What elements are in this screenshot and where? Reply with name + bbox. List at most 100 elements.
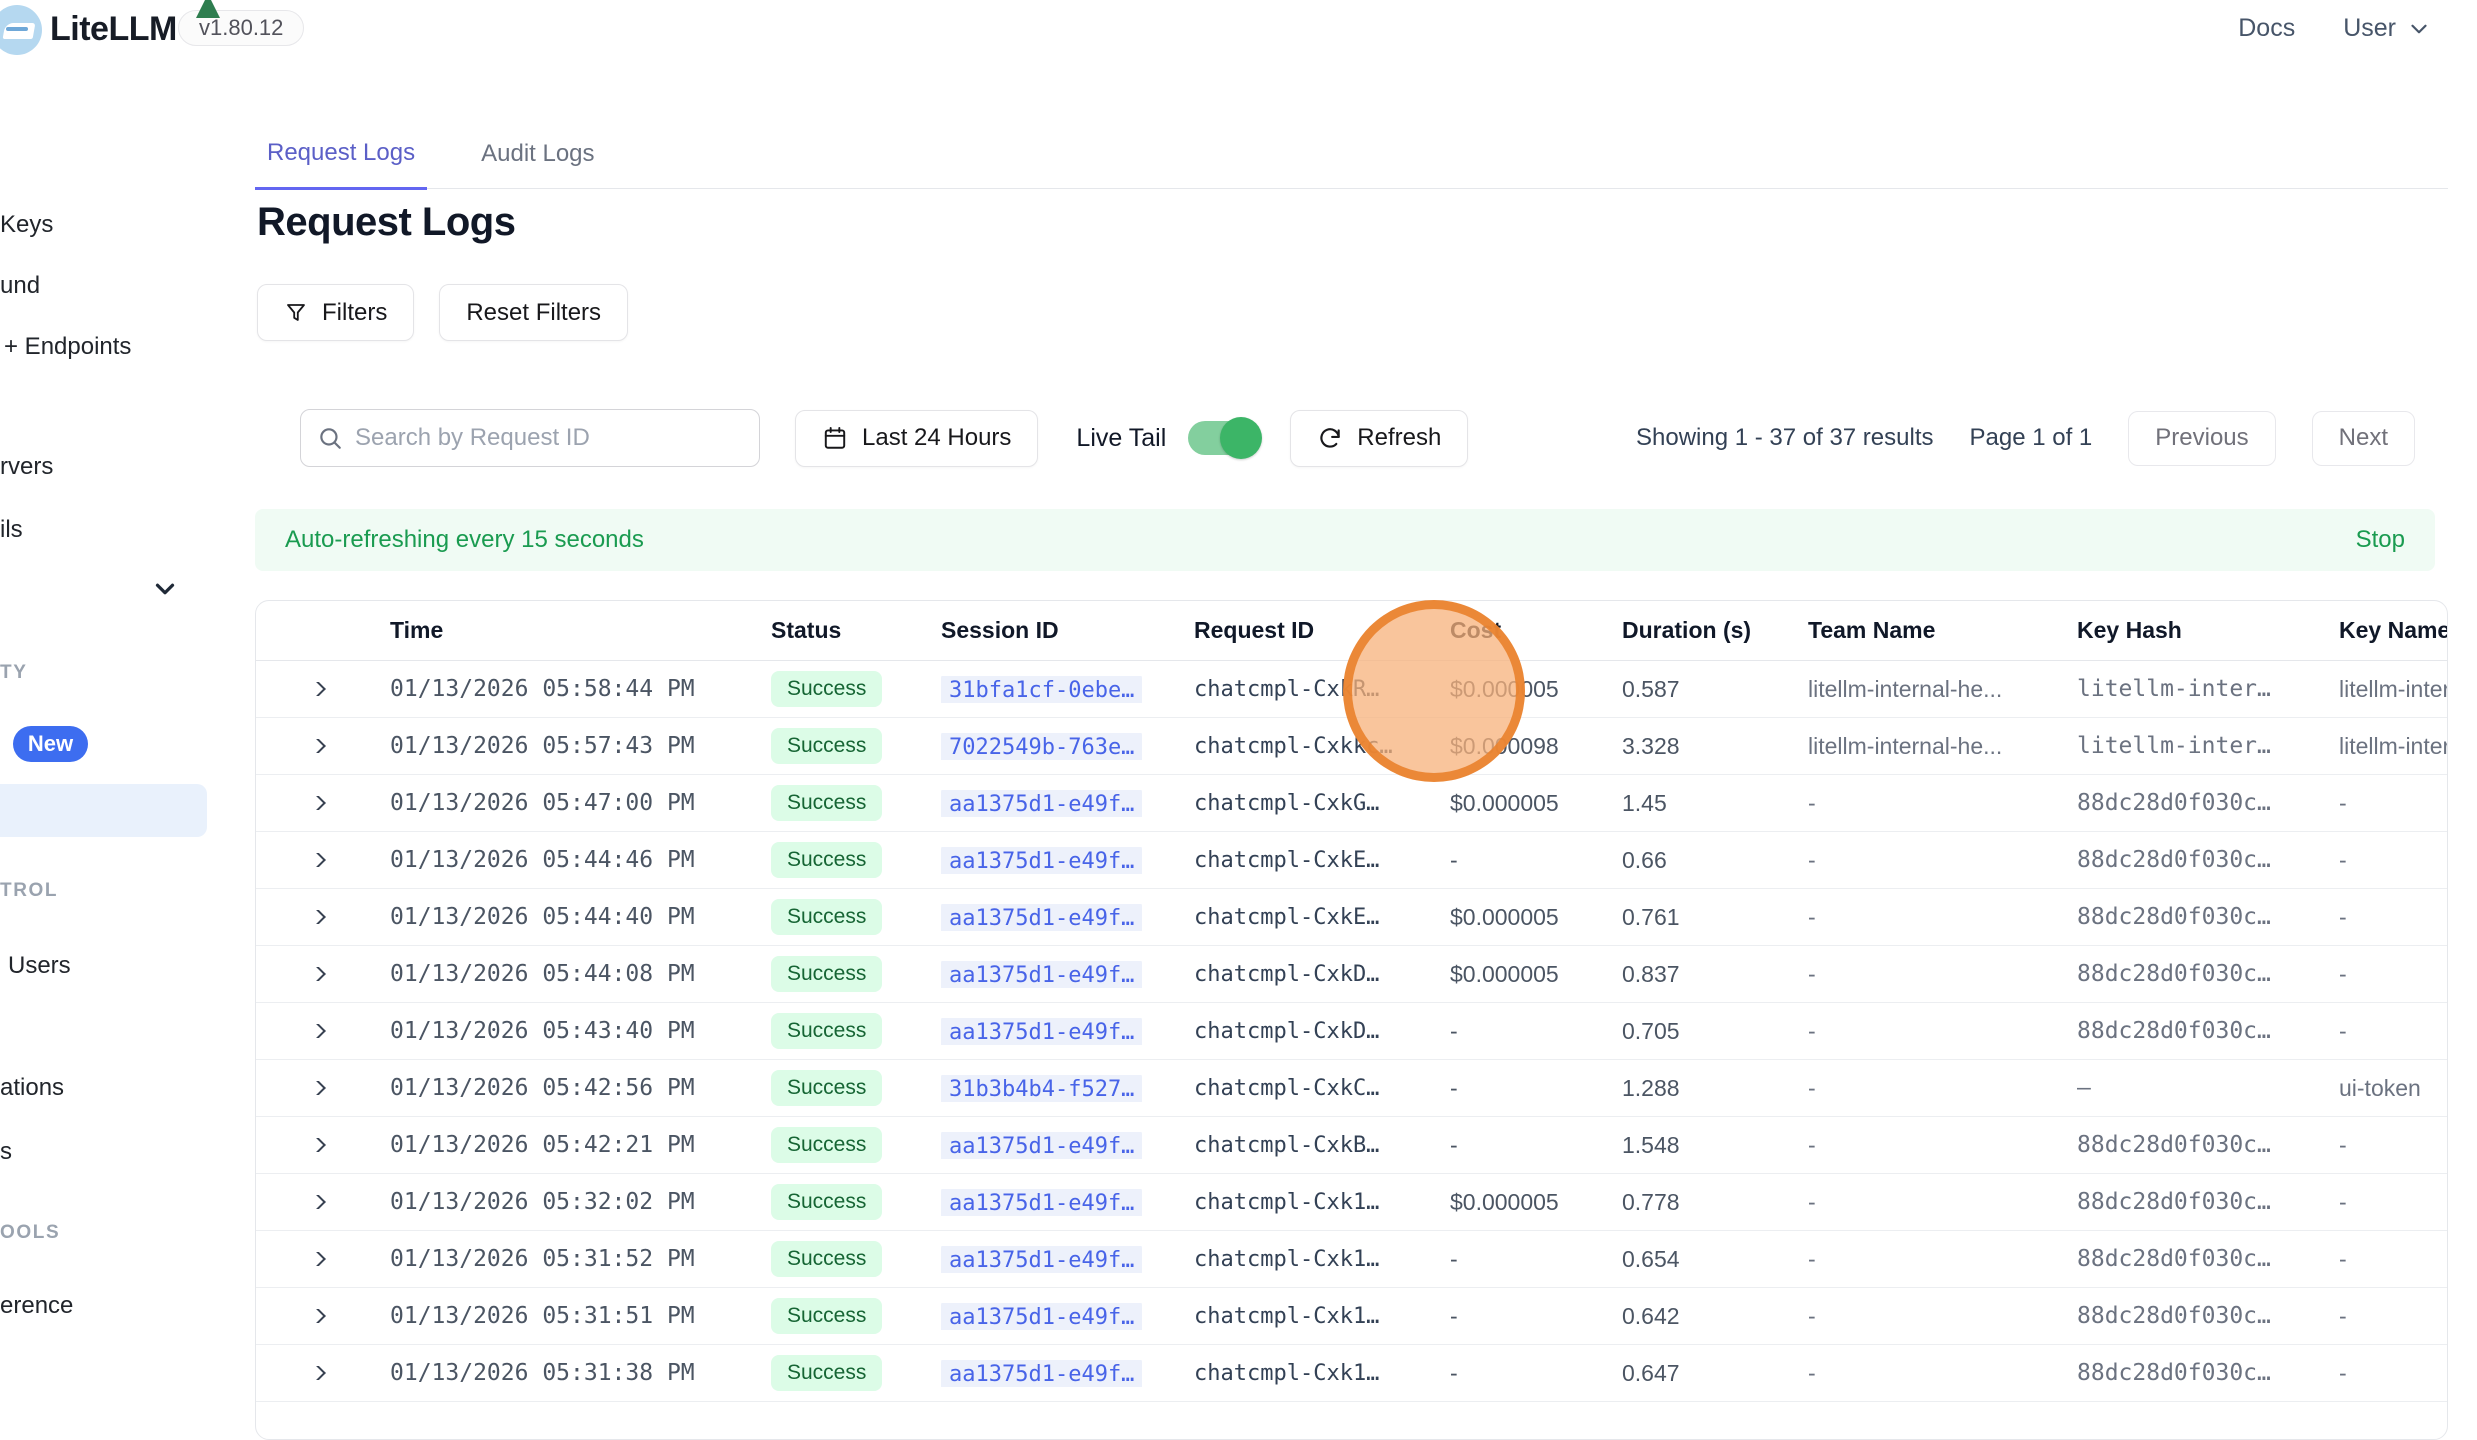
cost-cell: $0.000005 xyxy=(1450,790,1622,817)
expand-row-chevron-icon[interactable] xyxy=(306,796,326,810)
sidebar-item[interactable]: ils xyxy=(0,516,23,544)
table-row: 01/13/2026 05:44:40 PM Success aa1375d1-… xyxy=(256,889,2447,946)
sidebar-item[interactable]: + Endpoints xyxy=(4,333,131,361)
time-range-button[interactable]: Last 24 Hours xyxy=(795,410,1038,467)
table-row: 01/13/2026 05:44:08 PM Success aa1375d1-… xyxy=(256,946,2447,1003)
cost-cell: - xyxy=(1450,1075,1622,1102)
key-name-cell: - xyxy=(2339,1246,2448,1273)
sidebar-item[interactable]: rvers xyxy=(0,453,53,481)
sidebar-section-header: TROL xyxy=(0,880,58,902)
sidebar-item[interactable]: und xyxy=(0,272,40,300)
sidebar-item[interactable]: erence xyxy=(0,1292,73,1320)
status-badge: Success xyxy=(771,671,882,707)
sidebar-item[interactable]: Users xyxy=(8,952,71,980)
session-id-link[interactable]: 31bfa1cf-0ebe… xyxy=(941,676,1142,703)
key-name-cell: litellm-internal xyxy=(2339,733,2448,760)
expand-row-chevron-icon[interactable] xyxy=(306,1024,326,1038)
session-id-link[interactable]: 31b3b4b4-f527… xyxy=(941,1075,1142,1102)
column-header: Request ID xyxy=(1194,617,1450,644)
expand-row-chevron-icon[interactable] xyxy=(306,1366,326,1380)
expand-row-chevron-icon[interactable] xyxy=(306,1138,326,1152)
session-id-link[interactable]: aa1375d1-e49f… xyxy=(941,1189,1142,1216)
key-hash-cell: litellm-inter… xyxy=(2077,733,2339,759)
session-id-link[interactable]: aa1375d1-e49f… xyxy=(941,790,1142,817)
key-name-cell: - xyxy=(2339,1303,2448,1330)
duration-cell: 0.587 xyxy=(1622,676,1808,703)
time-cell: 01/13/2026 05:43:40 PM xyxy=(390,1018,771,1044)
sidebar-item[interactable]: ations xyxy=(0,1074,64,1102)
duration-cell: 0.705 xyxy=(1622,1018,1808,1045)
cost-cell: - xyxy=(1450,1360,1622,1387)
request-id-cell: chatcmpl-CxkR… xyxy=(1194,677,1450,702)
session-id-link[interactable]: aa1375d1-e49f… xyxy=(941,847,1142,874)
expand-row-chevron-icon[interactable] xyxy=(306,682,326,696)
key-name-cell: - xyxy=(2339,1189,2448,1216)
status-badge: Success xyxy=(771,1298,882,1334)
docs-link[interactable]: Docs xyxy=(2238,14,2295,43)
time-cell: 01/13/2026 05:58:44 PM xyxy=(390,676,771,702)
key-name-cell: - xyxy=(2339,790,2448,817)
stop-auto-refresh-button[interactable]: Stop xyxy=(2356,526,2405,554)
filters-button-label: Filters xyxy=(322,299,387,327)
refresh-button[interactable]: Refresh xyxy=(1290,410,1468,467)
key-name-cell: - xyxy=(2339,904,2448,931)
session-id-link[interactable]: aa1375d1-e49f… xyxy=(941,961,1142,988)
session-id-link[interactable]: aa1375d1-e49f… xyxy=(941,1018,1142,1045)
sidebar-item[interactable]: Keys xyxy=(0,211,53,239)
key-hash-cell: 88dc28d0f030c… xyxy=(2077,1303,2339,1329)
key-hash-cell: 88dc28d0f030c… xyxy=(2077,1189,2339,1215)
chevron-down-icon[interactable] xyxy=(150,574,180,604)
user-menu[interactable]: User xyxy=(2343,14,2432,43)
brand-title: LiteLLM xyxy=(50,10,177,49)
duration-cell: 0.66 xyxy=(1622,847,1808,874)
session-id-link[interactable]: aa1375d1-e49f… xyxy=(941,904,1142,931)
live-tail-toggle[interactable] xyxy=(1188,421,1260,455)
sidebar-item[interactable]: s xyxy=(0,1138,12,1166)
tab-request-logs[interactable]: Request Logs xyxy=(255,139,427,190)
expand-row-chevron-icon[interactable] xyxy=(306,1195,326,1209)
session-id-link[interactable]: aa1375d1-e49f… xyxy=(941,1303,1142,1330)
session-id-link[interactable]: aa1375d1-e49f… xyxy=(941,1360,1142,1387)
key-hash-cell: 88dc28d0f030c… xyxy=(2077,961,2339,987)
cost-cell: - xyxy=(1450,1132,1622,1159)
expand-row-chevron-icon[interactable] xyxy=(306,1309,326,1323)
expand-row-chevron-icon[interactable] xyxy=(306,910,326,924)
filters-button[interactable]: Filters xyxy=(257,284,414,341)
next-page-button[interactable]: Next xyxy=(2312,411,2415,466)
expand-row-chevron-icon[interactable] xyxy=(306,739,326,753)
live-tail-label: Live Tail xyxy=(1076,424,1166,453)
previous-page-button[interactable]: Previous xyxy=(2128,411,2275,466)
cost-cell: - xyxy=(1450,1018,1622,1045)
tab-audit-logs[interactable]: Audit Logs xyxy=(469,140,606,188)
session-id-link[interactable]: 7022549b-763e… xyxy=(941,733,1142,760)
request-logs-table: TimeStatusSession IDRequest IDCostDurati… xyxy=(255,600,2448,1440)
session-id-link[interactable]: aa1375d1-e49f… xyxy=(941,1246,1142,1273)
team-name-cell: - xyxy=(1808,1075,2077,1102)
team-name-cell: - xyxy=(1808,847,2077,874)
table-toolbar: Last 24 Hours Live Tail Refresh Showing … xyxy=(300,406,2415,470)
search-icon xyxy=(317,425,343,451)
reset-filters-button-label: Reset Filters xyxy=(466,299,601,327)
session-id-link[interactable]: aa1375d1-e49f… xyxy=(941,1132,1142,1159)
expand-row-chevron-icon[interactable] xyxy=(306,1252,326,1266)
reset-filters-button[interactable]: Reset Filters xyxy=(439,284,628,341)
cost-cell: $0.000005 xyxy=(1450,961,1622,988)
time-cell: 01/13/2026 05:44:46 PM xyxy=(390,847,771,873)
team-name-cell: - xyxy=(1808,1303,2077,1330)
key-hash-cell: litellm-inter… xyxy=(2077,676,2339,702)
team-name-cell: - xyxy=(1808,1189,2077,1216)
topbar: LiteLLM v1.80.12 Docs User xyxy=(0,0,2477,60)
key-name-cell: - xyxy=(2339,1360,2448,1387)
expand-row-chevron-icon[interactable] xyxy=(306,967,326,981)
expand-row-chevron-icon[interactable] xyxy=(306,853,326,867)
page-indicator: Page 1 of 1 xyxy=(1970,424,2093,452)
request-id-cell: chatcmpl-Cxk1… xyxy=(1194,1247,1450,1272)
table-row: 01/13/2026 05:31:51 PM Success aa1375d1-… xyxy=(256,1288,2447,1345)
sidebar-item-selected[interactable] xyxy=(0,784,207,837)
search-input[interactable] xyxy=(355,424,743,452)
table-row: 01/13/2026 05:57:43 PM Success 7022549b-… xyxy=(256,718,2447,775)
status-badge: Success xyxy=(771,842,882,878)
expand-row-chevron-icon[interactable] xyxy=(306,1081,326,1095)
request-id-cell: chatcmpl-CxkG… xyxy=(1194,791,1450,816)
team-name-cell: - xyxy=(1808,961,2077,988)
